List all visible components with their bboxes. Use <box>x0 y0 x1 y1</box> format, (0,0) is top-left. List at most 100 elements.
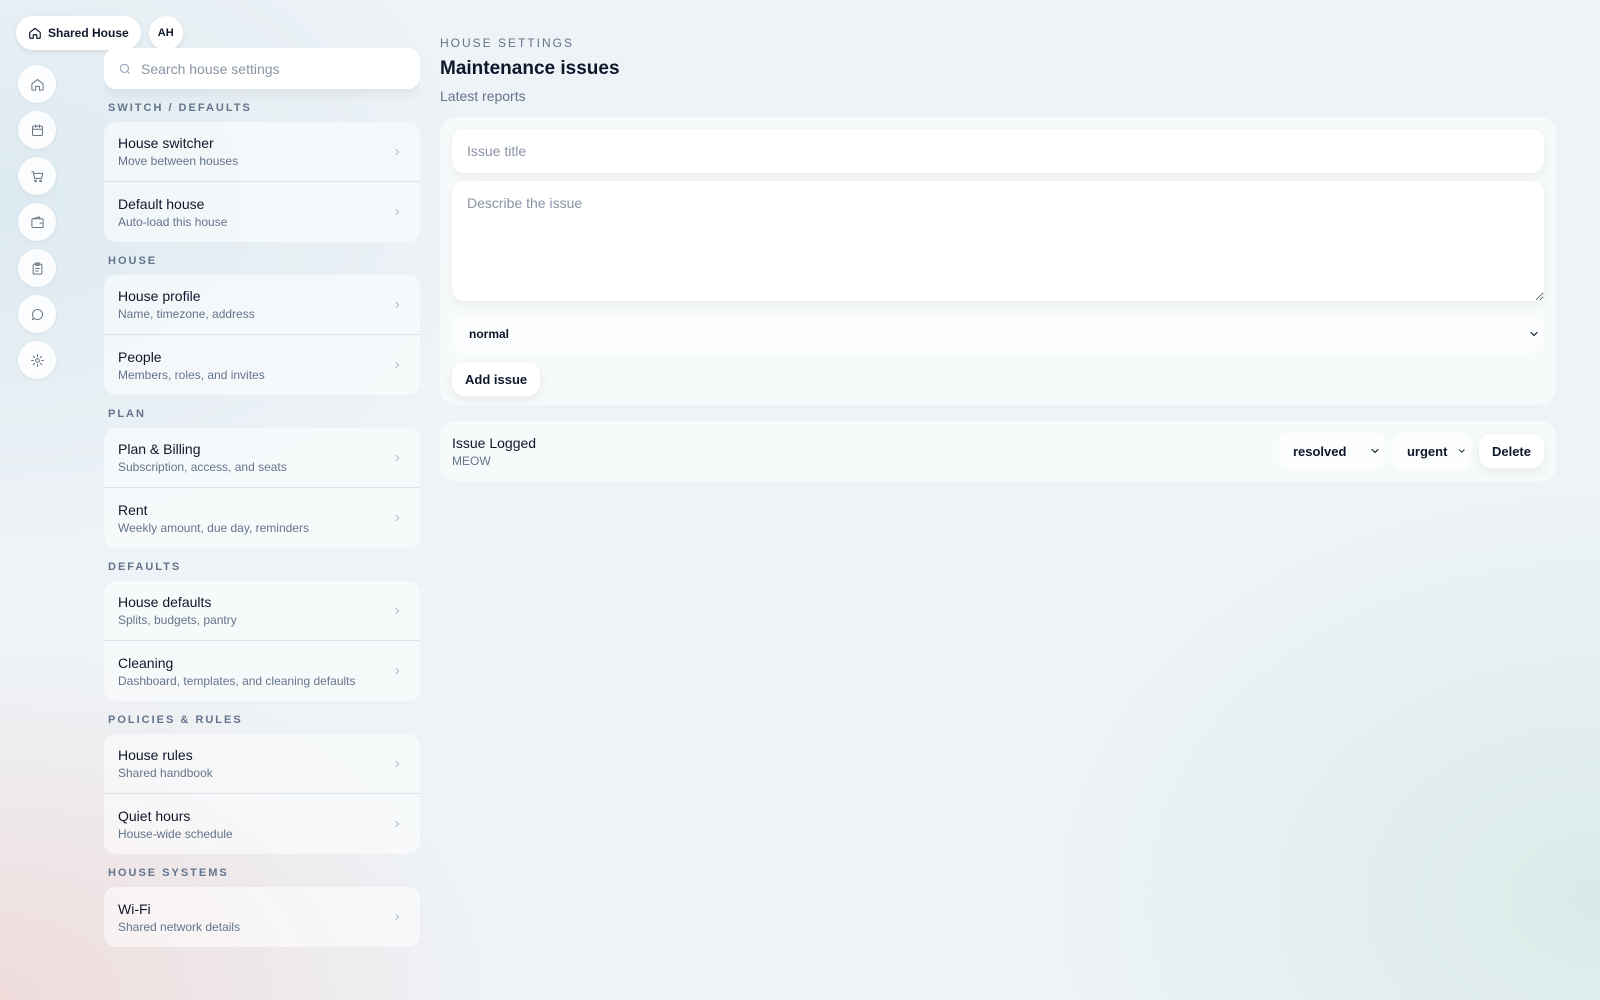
settings-item-text: House defaults Splits, budgets, pantry <box>118 594 237 627</box>
wallet-icon <box>30 215 44 228</box>
chevron-right-icon <box>395 148 400 155</box>
chevron-down-icon <box>1530 331 1538 337</box>
settings-group: House switcher Move between houses Default… <box>104 122 420 242</box>
settings-item-title: House rules <box>118 747 193 763</box>
settings-item-text: Rent Weekly amount, due day, reminders <box>118 502 309 535</box>
settings-item-subtitle: Dashboard, templates, and cleaning defau… <box>118 673 356 688</box>
settings-item-text: Wi-Fi Shared network details <box>118 901 240 934</box>
settings-item[interactable]: Default house Auto-load this house <box>104 182 420 242</box>
settings-item-text: Plan & Billing Subscription, access, and … <box>118 441 287 474</box>
avatar-initials: AH <box>157 27 174 39</box>
rail-home-button[interactable] <box>18 65 56 103</box>
chevron-down-icon <box>1371 448 1379 454</box>
section-label: POLICIES & RULES <box>108 714 243 726</box>
search-input[interactable] <box>141 60 406 77</box>
chevron-right-icon <box>395 361 400 369</box>
settings-item[interactable]: House rules Shared handbook <box>104 734 420 794</box>
rail-wallet-button[interactable] <box>18 203 56 241</box>
chevron-right-icon <box>395 454 400 461</box>
home-icon <box>29 27 41 39</box>
issue-description-input[interactable] <box>452 181 1544 301</box>
delete-issue-button[interactable]: Delete <box>1478 434 1544 468</box>
settings-item-text: House switcher Move between houses <box>118 135 238 168</box>
rail-settings-button[interactable] <box>18 341 56 379</box>
add-issue-button[interactable]: Add issue <box>452 362 541 396</box>
settings-item[interactable]: Plan & Billing Subscription, access, and … <box>104 428 420 488</box>
settings-item-title: Default house <box>118 195 205 212</box>
issue-priority-select[interactable]: urgent <box>1392 432 1471 470</box>
chevron-right-icon <box>395 301 400 308</box>
gear-icon <box>30 353 44 367</box>
section-label: PLAN <box>108 408 146 420</box>
settings-sections: SWITCH / DEFAULTS House switcher Move betw… <box>104 102 420 947</box>
settings-item[interactable]: House defaults Splits, budgets, pantry <box>104 581 420 641</box>
settings-item[interactable]: Quiet hours House-wide schedule <box>104 794 420 854</box>
settings-item-title: Quiet hours <box>118 807 191 824</box>
rail-calendar-button[interactable] <box>18 111 56 149</box>
issue-info: Issue Logged MEOW <box>452 435 536 468</box>
settings-item-subtitle: Subscription, access, and seats <box>118 460 287 474</box>
settings-item[interactable]: People Members, roles, and invites <box>104 335 420 395</box>
settings-item[interactable]: House switcher Move between houses <box>104 122 420 182</box>
chevron-right-icon <box>395 667 400 675</box>
chevron-right-icon <box>395 607 400 614</box>
settings-item-text: House rules Shared handbook <box>118 747 213 780</box>
section-label: DEFAULTS <box>108 561 182 573</box>
new-issue-form: normal Add issue <box>440 117 1556 405</box>
rail-clipboard-button[interactable] <box>18 249 56 287</box>
rail-cart-button[interactable] <box>18 157 56 195</box>
avatar[interactable]: AH <box>148 16 183 50</box>
priority-select-value: normal <box>469 327 510 341</box>
chevron-right-icon <box>395 820 400 828</box>
chevron-right-icon <box>395 913 400 921</box>
settings-item-subtitle: Splits, budgets, pantry <box>118 613 237 627</box>
settings-item-title: Wi-Fi <box>118 900 151 917</box>
house-switcher-pill[interactable]: Shared House <box>16 16 141 50</box>
settings-item[interactable]: Wi-Fi Shared network details <box>104 887 420 947</box>
cart-icon <box>30 170 43 182</box>
issue-actions: resolved urgent Delete <box>1278 432 1544 470</box>
settings-item[interactable]: House profile Name, timezone, address <box>104 275 420 335</box>
settings-item-subtitle: Shared network details <box>118 919 241 934</box>
settings-item-text: Default house Auto-load this house <box>118 196 227 229</box>
issue-description: MEOW <box>452 453 491 468</box>
issue-status-select[interactable]: resolved <box>1278 432 1385 470</box>
page-title: Maintenance issues <box>440 58 620 79</box>
settings-item-subtitle: Name, timezone, address <box>118 307 255 321</box>
settings-item-text: House profile Name, timezone, address <box>118 288 255 321</box>
issue-status-value: resolved <box>1292 443 1347 459</box>
settings-item[interactable]: Cleaning Dashboard, templates, and cleani… <box>104 641 420 701</box>
settings-group: House profile Name, timezone, address Peop… <box>104 275 420 395</box>
settings-item-title: House profile <box>118 288 201 304</box>
issue-title-input[interactable] <box>452 129 1544 173</box>
settings-group: Plan & Billing Subscription, access, and … <box>104 428 420 548</box>
settings-item-title: Plan & Billing <box>118 441 201 457</box>
clipboard-icon <box>32 261 42 275</box>
chevron-right-icon <box>395 760 400 767</box>
chevron-right-icon <box>395 514 400 522</box>
settings-item-subtitle: Move between houses <box>118 154 239 168</box>
calendar-icon <box>31 123 43 136</box>
main-content: HOUSE SETTINGS Maintenance issues Latest… <box>440 36 1556 481</box>
page-subtitle: Latest reports <box>440 88 526 104</box>
icon-rail <box>18 65 56 379</box>
rail-chat-button[interactable] <box>18 295 56 333</box>
settings-item-title: Rent <box>118 501 148 518</box>
settings-navigation: SWITCH / DEFAULTS House switcher Move betw… <box>104 48 420 968</box>
settings-group: House rules Shared handbook Quiet hours Hou… <box>104 734 420 854</box>
chat-icon <box>31 308 43 320</box>
settings-item-text: Quiet hours House-wide schedule <box>118 808 233 841</box>
settings-group: House defaults Splits, budgets, pantry Cle… <box>104 581 420 701</box>
settings-item-subtitle: Shared handbook <box>118 766 213 780</box>
issue-card: Issue Logged MEOW resolved urgent Delete <box>440 421 1556 481</box>
settings-item[interactable]: Rent Weekly amount, due day, reminders <box>104 488 420 548</box>
settings-item-title: House defaults <box>118 594 212 610</box>
settings-item-title: House switcher <box>118 135 214 151</box>
settings-item-text: People Members, roles, and invites <box>118 349 265 382</box>
settings-item-subtitle: Members, roles, and invites <box>118 367 265 382</box>
settings-item-subtitle: House-wide schedule <box>118 826 233 841</box>
priority-select[interactable]: normal <box>452 314 1544 354</box>
search-box[interactable] <box>104 48 420 89</box>
settings-item-title: People <box>118 348 162 365</box>
settings-item-subtitle: Auto-load this house <box>118 214 228 229</box>
